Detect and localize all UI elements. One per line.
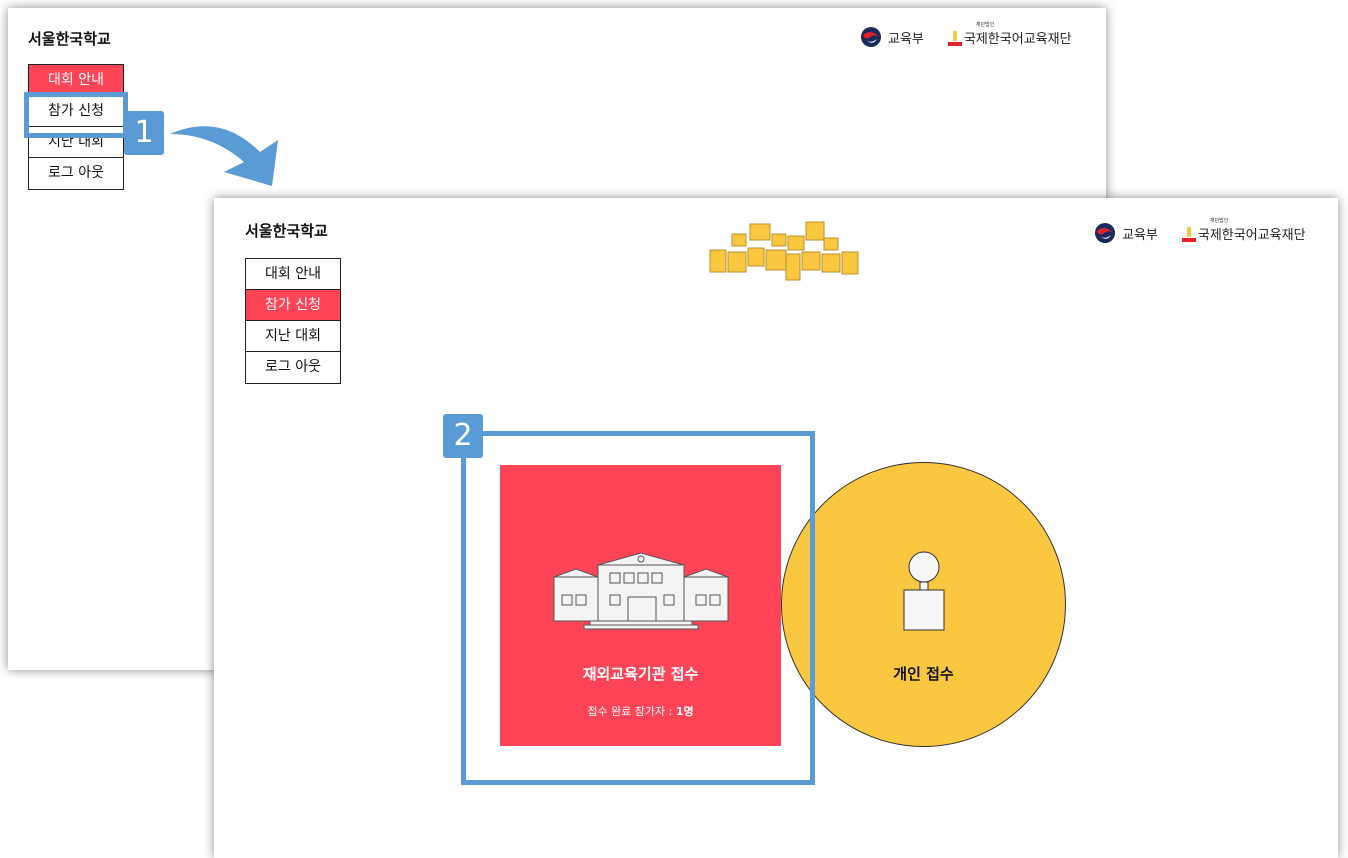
foundation-mark-icon: [947, 31, 962, 46]
competition-emblem-logo: [709, 221, 859, 281]
foundation-sub-label: 재단법인: [975, 22, 995, 28]
school-name: 서울한국학교: [245, 222, 328, 240]
foundation-logo: 재단법인 국제한국어교육재단: [947, 22, 1072, 47]
ministry-label: 교육부: [1122, 227, 1158, 243]
school-name: 서울한국학교: [28, 30, 111, 48]
foundation-logo: 재단법인 국제한국어교육재단: [1181, 218, 1306, 243]
flow-arrow-icon: [170, 126, 278, 186]
person-icon: [903, 551, 945, 631]
step2-badge: 2: [443, 414, 483, 458]
taeguk-icon: [1095, 223, 1115, 243]
menu-item-logout[interactable]: 로그 아웃: [29, 158, 123, 189]
ministry-logo: 교육부: [860, 26, 924, 48]
foundation-mark-icon: [1181, 227, 1196, 242]
step2-highlight: [461, 431, 815, 785]
step1-highlight: [24, 92, 128, 138]
menu-item-logout[interactable]: 로그 아웃: [246, 352, 340, 383]
menu-item-apply[interactable]: 참가 신청: [246, 290, 340, 321]
step1-badge: 1: [124, 111, 164, 155]
ministry-logo: 교육부: [1094, 222, 1158, 244]
menu-item-past[interactable]: 지난 대회: [246, 321, 340, 352]
foundation-sub-label: 재단법인: [1209, 218, 1229, 224]
individual-apply-card[interactable]: 개인 접수: [781, 462, 1066, 747]
taeguk-icon: [861, 27, 881, 47]
foundation-label: 국제한국어교육재단: [963, 32, 1072, 47]
side-menu: 대회 안내 참가 신청 지난 대회 로그 아웃: [245, 258, 341, 384]
menu-item-info[interactable]: 대회 안내: [246, 259, 340, 290]
individual-apply-title: 개인 접수: [893, 665, 954, 683]
partner-logos: 교육부 재단법인 국제한국어교육재단: [860, 22, 1072, 48]
ministry-label: 교육부: [888, 31, 924, 47]
foundation-label: 국제한국어교육재단: [1197, 228, 1306, 243]
partner-logos: 교육부 재단법인 국제한국어교육재단: [1094, 218, 1306, 244]
